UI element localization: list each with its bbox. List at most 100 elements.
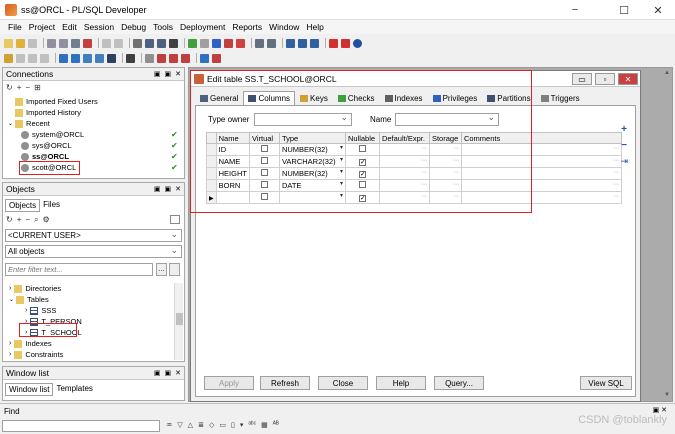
pin-icon[interactable]: ▣ xyxy=(154,369,161,377)
tree-indexes[interactable]: › Indexes xyxy=(9,339,52,348)
menu-file[interactable]: File xyxy=(8,22,22,32)
paste-icon[interactable] xyxy=(157,38,166,48)
find-case-icon[interactable]: ▭ xyxy=(219,421,226,429)
menu-session[interactable]: Session xyxy=(84,22,114,32)
filter-toggle[interactable] xyxy=(170,215,180,224)
close-editor-button[interactable]: Close xyxy=(318,376,368,390)
tab-objects[interactable]: Objects xyxy=(5,199,41,212)
explain-icon[interactable] xyxy=(255,38,264,48)
oracle-icon[interactable] xyxy=(329,38,338,48)
tab-files[interactable]: Files xyxy=(40,199,63,212)
key-icon[interactable] xyxy=(4,53,13,63)
find-icon[interactable] xyxy=(169,38,178,48)
add-icon[interactable]: + xyxy=(17,83,22,92)
find-prev-icon[interactable]: △ xyxy=(188,421,193,429)
refresh-icon[interactable]: ↻ xyxy=(6,83,13,92)
query-button[interactable]: Query... xyxy=(434,376,484,390)
ellipsis-icon[interactable]: ⋯ xyxy=(613,169,619,176)
workspace-scroll-down-icon[interactable]: ▼ xyxy=(664,392,670,398)
log-icon[interactable] xyxy=(341,38,350,48)
schema-icon[interactable] xyxy=(71,53,80,63)
menu-tools[interactable]: Tools xyxy=(153,22,173,32)
menu-debug[interactable]: Debug xyxy=(121,22,146,32)
menu-help[interactable]: Help xyxy=(306,22,323,32)
bookmark-icon[interactable] xyxy=(145,53,154,63)
minimize-button[interactable]: − xyxy=(555,0,595,20)
find-icon[interactable]: ⌕ xyxy=(34,215,38,225)
breakpoint-icon[interactable] xyxy=(169,53,178,63)
remove-icon[interactable]: − xyxy=(25,83,30,92)
sql-window-icon[interactable] xyxy=(267,38,276,48)
remove-icon[interactable]: − xyxy=(25,215,30,224)
float-icon[interactable]: ▣ xyxy=(165,369,172,377)
save-icon[interactable] xyxy=(47,38,56,48)
watch-icon[interactable] xyxy=(181,53,190,63)
filter-input[interactable] xyxy=(5,263,153,276)
ellipsis-icon[interactable]: ⋯ xyxy=(613,193,619,200)
cascade-icon[interactable] xyxy=(298,38,307,48)
tree-constraints[interactable]: › Constraints xyxy=(9,350,63,359)
refresh-icon[interactable]: ↻ xyxy=(6,215,13,224)
filter-apply-button[interactable] xyxy=(169,263,180,276)
find-word-icon[interactable]: ▯ xyxy=(231,421,235,429)
connection-folder-recent[interactable]: ⌄ Recent xyxy=(8,119,50,128)
tile-icon[interactable] xyxy=(286,38,295,48)
filter-more-button[interactable]: … xyxy=(156,263,167,276)
debug-icon[interactable] xyxy=(157,53,166,63)
print-icon[interactable] xyxy=(28,38,37,48)
objects-filter-select[interactable]: All objects xyxy=(5,244,182,258)
ellipsis-icon[interactable]: ⋯ xyxy=(613,145,619,152)
menu-edit[interactable]: Edit xyxy=(62,22,77,32)
step-icon[interactable] xyxy=(200,38,209,48)
menu-deployment[interactable]: Deployment xyxy=(180,22,225,32)
open-icon[interactable] xyxy=(16,38,25,48)
panel-close-icon[interactable]: ✕ xyxy=(175,369,181,377)
edit-close-button[interactable]: ✕ xyxy=(618,73,638,85)
pin-icon[interactable]: ▣ xyxy=(154,70,161,78)
execute-icon[interactable] xyxy=(188,38,197,48)
float-icon[interactable]: ▣ xyxy=(165,185,172,193)
panel-close-icon[interactable]: ✕ xyxy=(175,70,181,78)
connection-sys[interactable]: sys@ORCL xyxy=(21,141,72,150)
find-highlight-icon[interactable]: ≣ xyxy=(198,421,204,429)
disconnect-icon[interactable] xyxy=(16,53,25,63)
menu-window[interactable]: Window xyxy=(269,22,299,32)
find-replace-icon[interactable]: ᴬᴮ xyxy=(273,421,279,429)
undo-icon[interactable] xyxy=(102,38,111,48)
workspace-scroll-up-icon[interactable]: ▲ xyxy=(664,70,670,76)
add-icon[interactable]: + xyxy=(17,215,22,224)
menu-project[interactable]: Project xyxy=(29,22,55,32)
tree-directories[interactable]: › Directories xyxy=(9,284,61,293)
copy-icon[interactable] xyxy=(145,38,154,48)
tree-tables[interactable]: ⌄ Tables xyxy=(9,295,49,304)
report-icon[interactable] xyxy=(107,53,116,63)
query-icon[interactable] xyxy=(95,53,104,63)
properties-icon[interactable]: ⚙ xyxy=(43,215,50,224)
edit-minimize-button[interactable]: ▭ xyxy=(572,73,592,85)
help-button[interactable]: Help xyxy=(376,376,426,390)
arrow-left-icon[interactable] xyxy=(212,53,221,63)
compile-icon[interactable] xyxy=(83,38,92,48)
cut-icon[interactable] xyxy=(133,38,142,48)
menu-reports[interactable]: Reports xyxy=(232,22,262,32)
tab-window-list[interactable]: Window list xyxy=(5,383,54,396)
find-clear-icon[interactable]: ◇ xyxy=(209,421,214,429)
find-options-icon[interactable]: ▦ xyxy=(261,421,268,429)
user-select[interactable]: <CURRENT USER> xyxy=(5,228,182,242)
apply-button[interactable]: Apply xyxy=(204,376,254,390)
objects-scrollbar[interactable] xyxy=(174,283,183,360)
tab-templates[interactable]: Templates xyxy=(53,383,95,396)
tools-icon[interactable] xyxy=(126,53,135,63)
add-column-icon[interactable]: + xyxy=(621,124,627,135)
ellipsis-icon[interactable]: ⋯ xyxy=(613,157,619,164)
connection-folder-imported-history[interactable]: Imported History xyxy=(15,108,81,117)
ellipsis-icon[interactable]: ⋯ xyxy=(613,181,619,188)
stop-icon[interactable] xyxy=(236,38,245,48)
save-all-icon[interactable] xyxy=(59,38,68,48)
delete-column-icon[interactable]: − xyxy=(621,140,627,151)
scroll-thumb[interactable] xyxy=(176,313,183,325)
connection-system[interactable]: system@ORCL xyxy=(21,130,84,139)
close-button[interactable]: ✕ xyxy=(638,0,675,20)
sync-icon[interactable] xyxy=(40,53,49,63)
find-next-icon[interactable]: ▽ xyxy=(177,421,182,429)
